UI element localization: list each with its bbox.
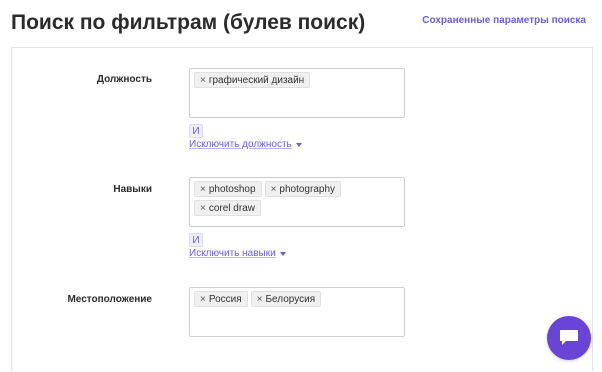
tag-position-0: × графический дизайн: [194, 72, 311, 88]
close-icon[interactable]: ×: [200, 75, 206, 86]
exclude-skills-link[interactable]: Исключить навыки: [189, 248, 286, 259]
tag-label: photoshop: [208, 183, 256, 195]
close-icon[interactable]: ×: [200, 203, 206, 214]
tag-label: Россия: [208, 293, 242, 305]
tag-label: photography: [279, 183, 336, 195]
caret-down-icon: [279, 251, 286, 256]
location-label: Местоположение: [67, 294, 152, 305]
tag-skill-0: × photoshop: [194, 181, 262, 197]
filter-panel: Должность × графический дизайн И Исключи…: [11, 47, 593, 371]
tag-label: графический дизайн: [208, 74, 305, 86]
location-tag-input[interactable]: × Россия × Белорусия: [189, 287, 405, 337]
position-tag-input[interactable]: × графический дизайн: [189, 68, 405, 118]
close-icon[interactable]: ×: [271, 184, 277, 195]
exclude-skills-label: Исключить навыки: [189, 248, 276, 259]
close-icon[interactable]: ×: [200, 184, 206, 195]
skills-label: Навыки: [113, 184, 152, 195]
position-label: Должность: [96, 74, 152, 85]
tag-location-0: × Россия: [194, 291, 248, 307]
tag-location-1: × Белорусия: [250, 291, 322, 307]
chat-bubble-icon: [560, 330, 578, 345]
tag-skill-2: × corel draw: [194, 200, 261, 216]
close-icon[interactable]: ×: [257, 294, 263, 305]
exclude-position-link[interactable]: Исключить должность: [189, 139, 302, 150]
tag-label: corel draw: [208, 202, 255, 214]
saved-search-params-link[interactable]: Сохраненные параметры поиска: [422, 15, 586, 26]
position-and-operator[interactable]: И: [189, 124, 203, 138]
close-icon[interactable]: ×: [200, 294, 206, 305]
exclude-position-label: Исключить должность: [189, 139, 292, 150]
caret-down-icon: [295, 142, 302, 147]
tag-skill-1: × photography: [264, 181, 342, 197]
chat-button[interactable]: [547, 316, 591, 360]
skills-tag-input[interactable]: × photoshop × photography × corel draw: [189, 177, 405, 227]
skills-and-operator[interactable]: И: [189, 233, 203, 247]
page-header: Поиск по фильтрам (булев поиск) Сохранен…: [0, 0, 602, 48]
page-title: Поиск по фильтрам (булев поиск): [11, 11, 366, 34]
tag-label: Белорусия: [265, 293, 316, 305]
